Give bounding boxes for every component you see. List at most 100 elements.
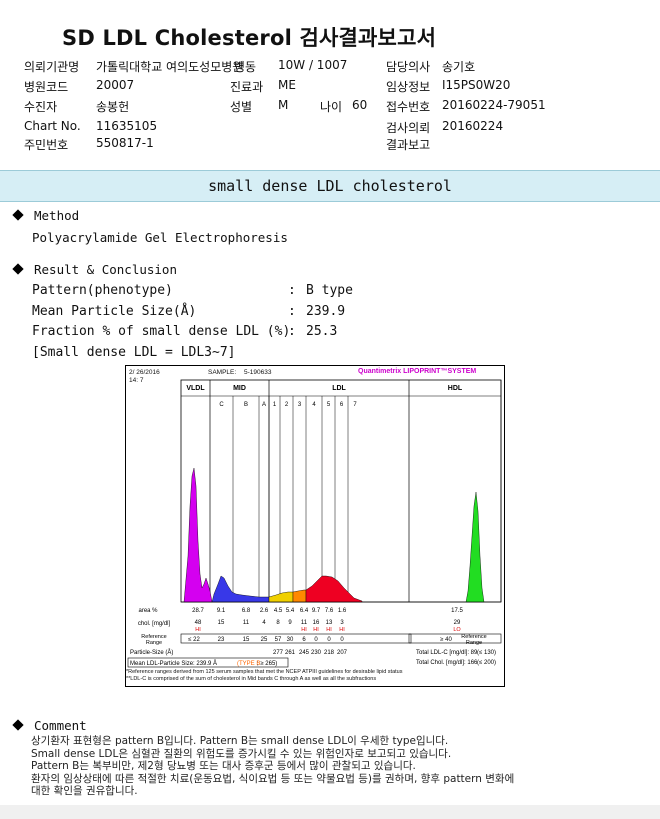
doctor-value: 송기호 [442,60,476,74]
age-value: 60 [352,98,368,112]
hdl-peak [465,491,485,603]
chol-value: 29 [454,620,461,626]
area-value: 7.6 [325,608,334,614]
dept-value: ME [278,78,296,92]
chart-svg: VLDL MID LDL HDLC B A 1 2 3 4 5 6 7area % 28.7 9.1 6.8 2… [127,379,502,668]
ldl2-peak [292,589,307,603]
ref-value: 25 [261,637,268,643]
group-label: VLDL [186,385,205,392]
sex-label: 성별 [230,100,253,114]
ref-label: Range [466,640,482,646]
result-heading: Result & Conclusion [12,262,177,277]
chol-value: 4 [262,620,266,626]
band-label: 5 [327,402,331,408]
footnote-2: **LDL-C is comprised of the sum of chole… [126,676,377,682]
psize-value: 207 [337,650,348,656]
ref-value: 0 [340,637,344,643]
section-title: small dense LDL cholesterol [208,177,452,195]
reqdate-label: 검사의뢰 [386,121,431,135]
band-label: 6 [340,402,344,408]
result-heading-text: Result & Conclusion [34,262,177,277]
report-title: SD LDL Cholesterol 검사결과보고서 [62,26,437,50]
chol-value: 11 [243,620,250,626]
band-label: 1 [273,402,277,408]
vldl-peak [183,467,213,603]
area-value: 6.8 [242,608,251,614]
chart-value: 11635105 [96,119,158,133]
chol-value: 3 [340,620,344,626]
total-chol-ref: (≤ 200) [477,660,496,666]
recno-value: 20160224-79051 [442,98,546,112]
result-note: [Small dense LDL = LDL3~7] [32,345,236,360]
area-value: 28.7 [192,608,204,614]
band-label: 4 [312,402,316,408]
chol-value: 13 [326,620,333,626]
total-ldl-ref: (≤ 130) [477,650,496,656]
area-value: 5.4 [286,608,295,614]
comment-heading-text: Comment [34,718,87,733]
report-label: 결과보고 [386,138,431,152]
comment-line: 상기환자 표현형은 pattern B입니다. Pattern B는 small… [31,735,449,747]
mean-ref: ; ≥ 265) [257,661,277,667]
ref-box-hdl [408,633,502,644]
footnote-1: *Reference ranges derived from 125 serum… [126,669,403,675]
ref-value: 15 [243,637,250,643]
method-heading-text: Method [34,208,80,223]
mean-label: Mean LDL-Particle Size: 239.9 Å [130,660,217,667]
comment-line: 대한 확인을 권유합니다. [31,785,138,797]
ref-label: Range [146,640,162,646]
plot-frame [180,379,502,603]
result-label-size: Mean Particle Size(Å) [32,304,197,319]
footer-band [0,805,660,819]
clinical-label: 임상정보 [386,80,431,94]
ward-label: 병동 [234,60,257,74]
ref-value: ≤ 22 [188,637,200,643]
result-sep: : [288,324,296,339]
method-heading: Method [12,208,80,223]
area-value: 4.5 [274,608,283,614]
org-value: 가톨릭대학교 여의도성모병원 [96,60,244,74]
chol-flag: HI [195,627,201,633]
comment-line: Pattern B는 복부비만, 제2형 당뇨병 또는 대사 증후군 등에서 많… [31,760,416,772]
result-label-fraction: Fraction % of small dense LDL (%) [32,324,291,339]
lipoprint-chart: 2/ 26/2016 14: 7 SAMPLE: 5-190633 Quanti… [125,365,505,687]
band-label: B [244,402,248,408]
band-label: C [219,402,224,408]
psize-value: 218 [324,650,335,656]
ref-value: 30 [287,637,294,643]
chart-label: Chart No. [24,119,81,133]
chart-footnote: *Reference ranges derived from 125 serum… [126,669,402,683]
doctor-label: 담당의사 [386,60,431,74]
ref-box [180,633,412,644]
sex-value: M [278,98,289,112]
chol-value: 15 [218,620,225,626]
chol-flag: HI [326,627,332,633]
ssn-value: 550817-1 [96,136,154,150]
recno-label: 접수번호 [386,100,431,114]
ref-value: ≥ 40 [440,637,452,643]
area-value: 6.4 [300,608,309,614]
ref-value: 23 [218,637,225,643]
chol-flag: HI [301,627,307,633]
group-label: HDL [448,385,463,392]
band-label: 2 [285,402,289,408]
patient-value: 송봉헌 [96,100,130,114]
psize-value: 245 [299,650,310,656]
dept-label: 진료과 [230,80,264,94]
chol-value: 48 [195,620,202,626]
mid-peak [211,575,270,603]
patient-label: 수진자 [24,100,58,114]
comment-body: 상기환자 표현형은 pattern B입니다. Pattern B는 small… [31,735,514,798]
method-text: Polyacrylamide Gel Electrophoresis [32,230,288,245]
bullet-icon [12,263,24,275]
chol-flag: HI [313,627,319,633]
ref-value: 6 [302,637,306,643]
org-label: 의뢰기관명 [24,60,80,74]
band-label: A [262,402,266,408]
area-value: 2.6 [260,608,269,614]
clinical-value: I15PS0W20 [442,78,511,92]
ssn-label: 주민번호 [24,138,69,152]
psize-value: 230 [311,650,322,656]
ref-value: 0 [327,637,331,643]
ward-value: 10W / 1007 [278,58,348,72]
